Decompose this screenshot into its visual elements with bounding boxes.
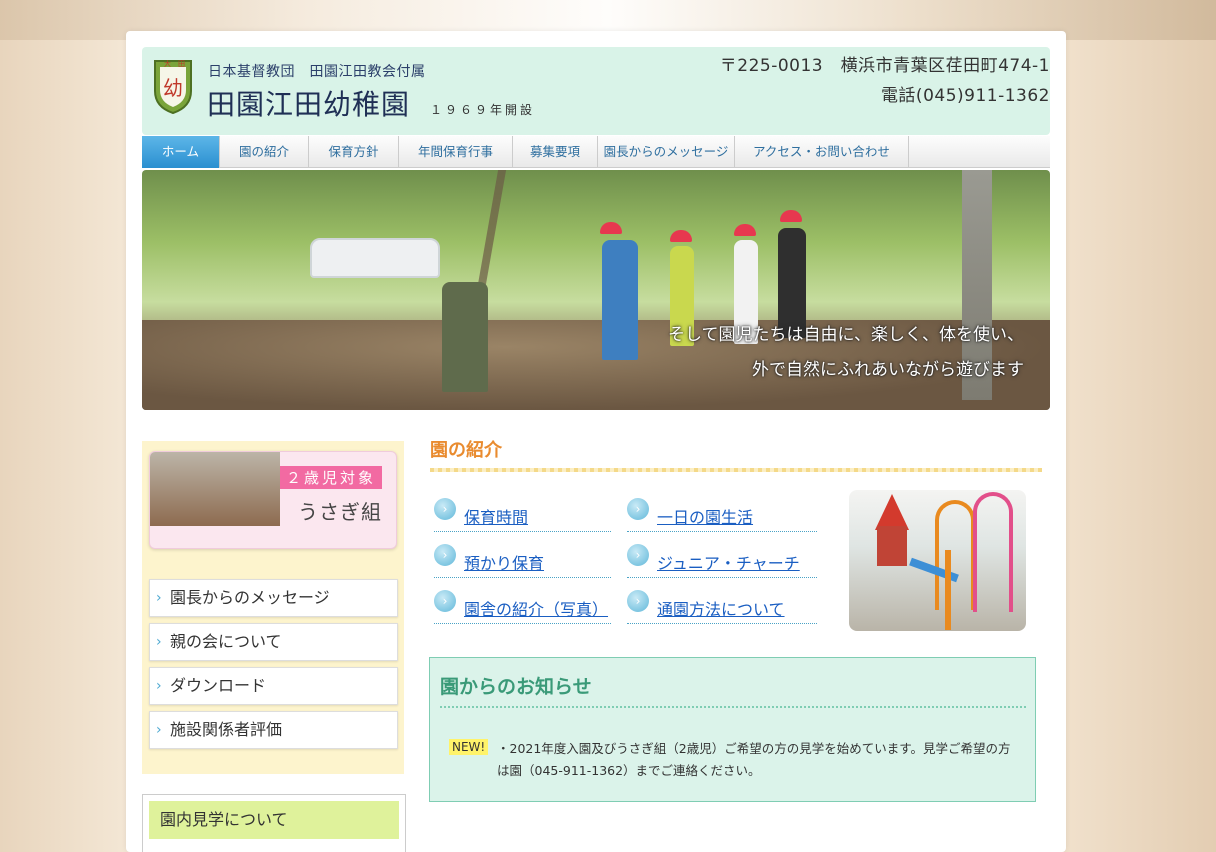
nav-principal-message[interactable]: 園長からのメッセージ [598,136,735,168]
playground-photo [849,490,1026,631]
nav-annual-events[interactable]: 年間保育行事 [399,136,513,168]
section-divider [430,468,1042,472]
chevron-right-icon: › [156,590,162,606]
chevron-right-icon: › [156,678,162,694]
intro-link-label[interactable]: ジュニア・チャーチ [657,550,800,574]
phone-number: 電話(045)911-1362 [880,86,1050,106]
intro-link-label[interactable]: 通園方法について [657,596,785,620]
usagi-class-banner[interactable]: ２歳児対象 うさぎ組 [149,451,397,549]
svg-text:大: 大 [164,59,171,68]
new-badge: NEW! [449,739,489,755]
sidebar-link-principal-message[interactable]: › 園長からのメッセージ [149,579,398,617]
intro-link-junior-church[interactable]: › ジュニア・チャーチ [627,544,817,578]
sidebar-link-label: 園長からのメッセージ [170,588,330,607]
hero-caption-line1: そして園児たちは自由に、楽しく、体を使い、 [668,325,1024,345]
hero-teacher [442,282,488,392]
hero-child-cap [670,230,692,242]
arrow-circle-icon: › [434,498,456,520]
arrow-circle-icon: › [434,590,456,612]
arrow-circle-icon: › [627,544,649,566]
hero-child-cap [600,222,622,234]
usagi-class-label: うさぎ組 [298,500,382,524]
notice-box: 園からのお知らせ NEW! ・2021年度入園及びうさぎ組（2歳児）ご希望の方の… [429,657,1036,802]
intro-link-label[interactable]: 預かり保育 [464,550,544,574]
intro-link-hours[interactable]: › 保育時間 [434,498,611,532]
visit-heading[interactable]: 園内見学について [149,801,399,839]
main-nav: ホーム 園の紹介 保育方針 年間保育行事 募集要項 園長からのメッセージ アクセ… [142,136,1050,168]
hero-image: そして園児たちは自由に、楽しく、体を使い、 外で自然にふれあいながら遊びます [142,170,1050,410]
intro-link-building-photos[interactable]: › 園舎の紹介（写真） [434,590,611,624]
sidebar-link-label: ダウンロード [170,676,267,695]
nav-admission[interactable]: 募集要項 [513,136,598,168]
usagi-age-badge: ２歳児対象 [279,466,382,489]
sidebar-link-label: 親の会について [170,632,282,651]
sidebar-link-facility-evaluation[interactable]: › 施設関係者評価 [149,711,398,749]
notice-text: ・2021年度入園及びうさぎ組（2歳児）ご希望の方の見学を始めています。見学ご希… [497,741,1011,778]
organization-name: 日本基督教団 田園江田教会付属 [208,64,426,80]
hero-child [602,240,638,360]
arrow-circle-icon: › [434,544,456,566]
hero-child-cap [734,224,756,236]
hero-child-cap [780,210,802,222]
nav-policy[interactable]: 保育方針 [309,136,399,168]
sidebar-link-download[interactable]: › ダウンロード [149,667,398,705]
nav-about[interactable]: 園の紹介 [220,136,309,168]
intro-link-label[interactable]: 保育時間 [464,504,528,528]
notice-divider [440,706,1026,708]
notice-title: 園からのお知らせ [440,676,592,698]
nav-access-contact[interactable]: アクセス・お問い合わせ [735,136,909,168]
hero-van [310,238,440,278]
sidebar-link-parents-association[interactable]: › 親の会について [149,623,398,661]
intro-link-label[interactable]: 園舎の紹介（写真） [464,596,608,620]
hero-caption-line2: 外で自然にふれあいながら遊びます [752,360,1024,380]
page-container: 幼 大 田 日本基督教団 田園江田教会付属 田園江田幼稚園 １９６９年開設 〒2… [126,31,1066,852]
playground-pole [945,550,951,630]
playground-house [877,526,907,566]
intro-link-commute[interactable]: › 通園方法について [627,590,817,624]
svg-text:田: 田 [178,60,185,68]
intro-link-label[interactable]: 一日の園生活 [657,504,753,528]
school-crest-icon[interactable]: 幼 大 田 [152,57,194,115]
chevron-right-icon: › [156,722,162,738]
playground-roof [875,494,909,530]
intro-link-daily-life[interactable]: › 一日の園生活 [627,498,817,532]
nav-home[interactable]: ホーム [142,136,220,168]
arrow-circle-icon: › [627,590,649,612]
sidebar: ２歳児対象 うさぎ組 › 園長からのメッセージ › 親の会について › ダウンロ… [142,441,404,774]
sidebar-link-label: 施設関係者評価 [170,720,283,739]
site-header: 幼 大 田 日本基督教団 田園江田教会付属 田園江田幼稚園 １９６９年開設 〒2… [142,47,1050,135]
visit-box: 園内見学について [142,794,406,852]
intro-link-extended-care[interactable]: › 預かり保育 [434,544,611,578]
address: 〒225-0013 横浜市青葉区荏田町474-1 [719,56,1050,76]
site-title[interactable]: 田園江田幼稚園 [207,83,410,123]
founded-year: １９６９年開設 [430,103,536,117]
usagi-class-photo [150,452,280,526]
chevron-right-icon: › [156,634,162,650]
playground-frame [935,500,975,610]
intro-section-title: 園の紹介 [430,440,502,461]
playground-frame [973,492,1013,612]
arrow-circle-icon: › [627,498,649,520]
svg-text:幼: 幼 [163,76,183,100]
